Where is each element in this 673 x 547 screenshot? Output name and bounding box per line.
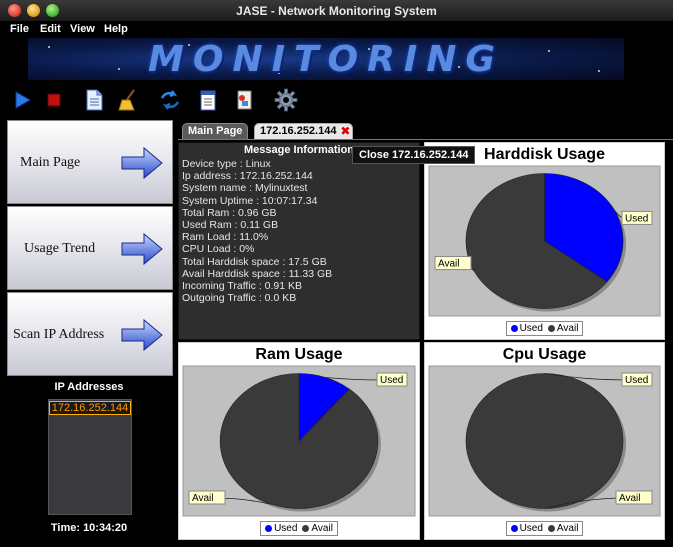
ip-addresses-title: IP Addresses	[54, 381, 124, 393]
message-line: Avail Harddisk space : 11.33 GB	[182, 267, 333, 280]
message-line: Used Ram : 0.11 GB	[182, 218, 279, 231]
menu-view[interactable]: View	[70, 23, 95, 35]
message-information-panel: Message Information Device type : Linux I…	[178, 142, 420, 340]
legend-swatch-avail	[547, 324, 555, 332]
message-line: CPU Load : 0%	[182, 243, 255, 256]
toolbar	[0, 82, 673, 118]
legend-label-avail: Avail	[311, 523, 333, 534]
main-page-label: Main Page	[20, 155, 81, 170]
chart-legend: Used Avail	[425, 321, 664, 336]
refresh-icon[interactable]	[158, 88, 182, 112]
slice-label-avail: Avail	[192, 493, 214, 504]
legend-box: Used Avail	[505, 521, 584, 536]
document-icon[interactable]	[82, 88, 106, 112]
chart-legend: Used Avail	[425, 521, 664, 536]
tab-ip-address-label: 172.16.252.144	[260, 125, 337, 137]
chart-title: Ram Usage	[255, 346, 343, 363]
monitoring-banner: MONITORING	[28, 38, 624, 80]
message-line: System Uptime : 10:07:17.34	[182, 194, 318, 207]
tab-ip-address[interactable]: 172.16.252.144 ✖	[254, 123, 354, 139]
slice-label-avail: Avail	[438, 259, 460, 270]
gear-icon[interactable]	[274, 88, 298, 112]
legend-box: Used Avail	[260, 521, 338, 536]
ram-usage-chart: Used Avail Ram Usage Used Avail	[178, 342, 420, 540]
pie-slice-avail	[465, 373, 624, 509]
arrow-right-icon	[121, 232, 163, 266]
play-icon[interactable]	[10, 88, 34, 112]
banner-text: MONITORING	[148, 39, 504, 80]
arrow-right-icon	[121, 318, 163, 352]
legend-swatch-avail	[302, 524, 310, 532]
scan-ip-address-button[interactable]: Scan IP Address	[7, 292, 173, 376]
legend-label-used: Used	[519, 323, 543, 334]
usage-trend-label: Usage Trend	[24, 241, 96, 256]
scan-ip-address-label: Scan IP Address	[13, 327, 105, 342]
tab-main-page[interactable]: Main Page	[182, 123, 249, 139]
chart-title: Cpu Usage	[502, 346, 587, 363]
slice-label-used: Used	[625, 375, 648, 386]
legend-swatch-used	[265, 524, 273, 532]
message-lines: Device type : Linux Ip address : 172.16.2…	[182, 158, 332, 304]
menu-bar: File Edit View Help	[0, 22, 673, 38]
window-title: JASE - Network Monitoring System	[236, 4, 437, 18]
stop-icon[interactable]	[42, 88, 66, 112]
close-icon[interactable]: ✖	[340, 125, 350, 137]
slice-label-used: Used	[380, 375, 403, 386]
cpu-usage-chart: Used Avail Cpu Usage Used Avail	[424, 342, 665, 540]
legend-box: Used Avail	[505, 321, 584, 336]
arrow-right-icon	[121, 146, 163, 180]
clock-time: Time: 10:34:20	[50, 522, 128, 534]
legend-label-used: Used	[274, 523, 298, 534]
harddisk-usage-chart: Used Avail Harddisk Usage Used Avail	[424, 142, 665, 340]
message-line: Ip address : 172.16.252.144	[182, 170, 313, 183]
message-line: Total Harddisk space : 17.5 GB	[182, 255, 327, 268]
message-line: Ram Load : 11.0%	[182, 231, 269, 244]
legend-label-used: Used	[519, 523, 543, 534]
message-line: Device type : Linux	[182, 158, 271, 170]
chart-legend: Used Avail	[179, 521, 419, 536]
legend-label-avail: Avail	[556, 523, 579, 534]
slice-label-used: Used	[625, 213, 648, 224]
ip-list-item[interactable]: 172.16.252.144	[49, 401, 131, 415]
sidebar: Main Page Usage Trend Scan IP Address IP…	[0, 118, 178, 547]
message-line: System name : Mylinuxtest	[182, 182, 308, 195]
message-line: Total Ram : 0.96 GB	[182, 206, 277, 219]
legend-swatch-used	[510, 524, 518, 532]
legend-swatch-used	[510, 324, 518, 332]
cpu-pie-svg: Used Avail	[428, 365, 661, 517]
ram-pie-svg: Used Avail	[182, 365, 416, 517]
harddisk-pie-svg: Used Avail	[428, 165, 661, 317]
message-line: Incoming Traffic : 0.91 KB	[182, 279, 303, 292]
main-page-button[interactable]: Main Page	[7, 120, 173, 204]
menu-help[interactable]: Help	[104, 23, 128, 35]
close-tab-tooltip: Close 172.16.252.144	[352, 146, 476, 164]
legend-swatch-avail	[547, 524, 555, 532]
menu-file[interactable]: File	[10, 23, 29, 35]
menu-edit[interactable]: Edit	[40, 23, 61, 35]
ip-address-list[interactable]: 172.16.252.144	[48, 399, 132, 515]
slice-label-avail: Avail	[619, 493, 641, 504]
title-bar: JASE - Network Monitoring System	[0, 0, 673, 22]
message-line: Outgoing Traffic : 0.0 KB	[182, 292, 297, 305]
pie-slice-avail	[219, 373, 379, 509]
broom-icon[interactable]	[116, 88, 140, 112]
usage-trend-button[interactable]: Usage Trend	[7, 206, 173, 290]
script-icon[interactable]	[232, 88, 256, 112]
legend-label-avail: Avail	[556, 323, 579, 334]
notepad-icon[interactable]	[196, 88, 220, 112]
tab-divider	[178, 139, 673, 140]
